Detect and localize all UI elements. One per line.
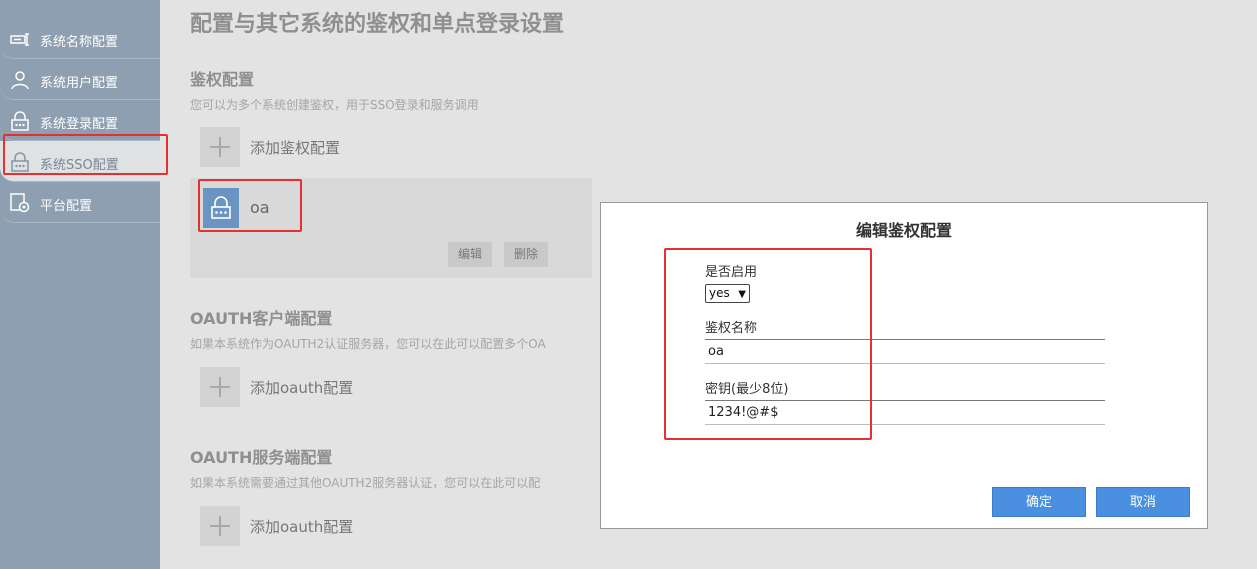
sidebar-item-platform[interactable]: 平台配置 <box>0 182 160 223</box>
sidebar-item-label: 平台配置 <box>40 199 93 214</box>
highlight-box-auth-item <box>198 179 302 232</box>
sidebar-item-label: 系统登录配置 <box>40 117 119 132</box>
auth-section-title: 鉴权配置 <box>190 70 255 89</box>
oauth-server-title: OAUTH服务端配置 <box>190 448 333 467</box>
cancel-button[interactable]: 取消 <box>1096 487 1190 517</box>
plus-icon <box>200 127 240 167</box>
add-oauth-server-label: 添加oauth配置 <box>250 517 354 536</box>
oauth-client-desc: 如果本系统作为OAUTH2认证服务器，您可以在此可以配置多个OA <box>190 337 546 351</box>
lock-icon <box>9 110 31 132</box>
name-tag-icon <box>9 28 31 50</box>
oauth-server-desc: 如果本系统需要通过其他OAUTH2服务器认证，您可以在此可以配 <box>190 476 541 490</box>
sidebar-item-label: 系统用户配置 <box>40 76 119 91</box>
add-oauth-client-label: 添加oauth配置 <box>250 378 354 397</box>
plus-icon <box>200 367 240 407</box>
add-auth-label: 添加鉴权配置 <box>250 138 341 157</box>
auth-section-desc: 您可以为多个系统创建鉴权，用于SSO登录和服务调用 <box>190 98 479 112</box>
sidebar-item-label: 系统名称配置 <box>40 35 119 50</box>
highlight-box-modal-fields <box>664 248 872 440</box>
add-oauth-client-button[interactable]: 添加oauth配置 <box>200 367 353 407</box>
platform-settings-icon <box>9 192 31 214</box>
page-title: 配置与其它系统的鉴权和单点登录设置 <box>190 12 565 37</box>
oauth-client-title: OAUTH客户端配置 <box>190 309 333 328</box>
confirm-button[interactable]: 确定 <box>992 487 1086 517</box>
sidebar-item-system-name[interactable]: 系统名称配置 <box>0 18 160 59</box>
plus-icon <box>200 506 240 546</box>
user-icon <box>9 69 31 91</box>
delete-button[interactable]: 删除 <box>504 242 549 267</box>
add-oauth-server-button[interactable]: 添加oauth配置 <box>200 506 353 546</box>
add-auth-button[interactable]: 添加鉴权配置 <box>200 127 340 167</box>
modal-title: 编辑鉴权配置 <box>855 221 952 240</box>
edit-button[interactable]: 编辑 <box>448 242 493 267</box>
sidebar-item-system-user[interactable]: 系统用户配置 <box>0 59 160 100</box>
highlight-box-sidebar <box>3 134 168 175</box>
sidebar: 系统名称配置 系统用户配置 系统登录配置 系统SSO配置 平台配置 <box>0 0 160 569</box>
